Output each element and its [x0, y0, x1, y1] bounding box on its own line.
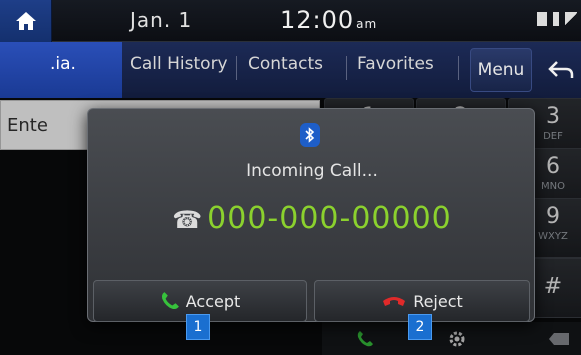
- phone-reject-icon: [383, 297, 406, 306]
- phone-accept-icon: [161, 292, 179, 310]
- marker-label: 2: [415, 319, 425, 335]
- caller-number-text: 000-000-00000: [207, 201, 452, 236]
- status-icons: [537, 12, 577, 26]
- menu-button[interactable]: Menu: [470, 48, 532, 92]
- battery-status-icon: [553, 12, 559, 26]
- caller-number: ☎ 000-000-00000: [88, 201, 536, 236]
- tab-dial[interactable]: .ia.: [50, 54, 76, 74]
- back-arrow-icon: [547, 61, 573, 78]
- status-bar: Jan. 1 12:00 am: [0, 0, 581, 42]
- tab-call-history[interactable]: Call History: [130, 54, 228, 74]
- tab-bar: .ia. Call History Contacts Favorites Men…: [0, 42, 581, 98]
- tab-separator: [346, 56, 347, 80]
- tab-favorites[interactable]: Favorites: [357, 54, 434, 74]
- reject-label: Reject: [413, 291, 463, 311]
- status-time-value: 12:00: [280, 6, 355, 34]
- accept-label: Accept: [185, 291, 241, 311]
- back-button[interactable]: [540, 48, 581, 92]
- incoming-call-title: Incoming Call...: [246, 161, 378, 181]
- marker-label: 1: [193, 319, 203, 335]
- bluetooth-icon: [300, 123, 320, 147]
- home-button[interactable]: [0, 0, 52, 42]
- status-date: Jan. 1: [130, 8, 193, 32]
- tab-contacts[interactable]: Contacts: [248, 54, 323, 74]
- tab-separator: [458, 56, 459, 80]
- signal-status-icon: [565, 12, 577, 26]
- home-icon: [15, 12, 36, 30]
- bluetooth-status-icon: [537, 12, 547, 26]
- status-ampm: am: [356, 17, 378, 31]
- tab-separator: [236, 56, 237, 80]
- incoming-call-icon: ☎: [172, 206, 204, 234]
- status-time: 12:00 am: [280, 6, 377, 34]
- annotation-marker-2: 2: [408, 314, 432, 340]
- annotation-marker-1: 1: [186, 314, 210, 340]
